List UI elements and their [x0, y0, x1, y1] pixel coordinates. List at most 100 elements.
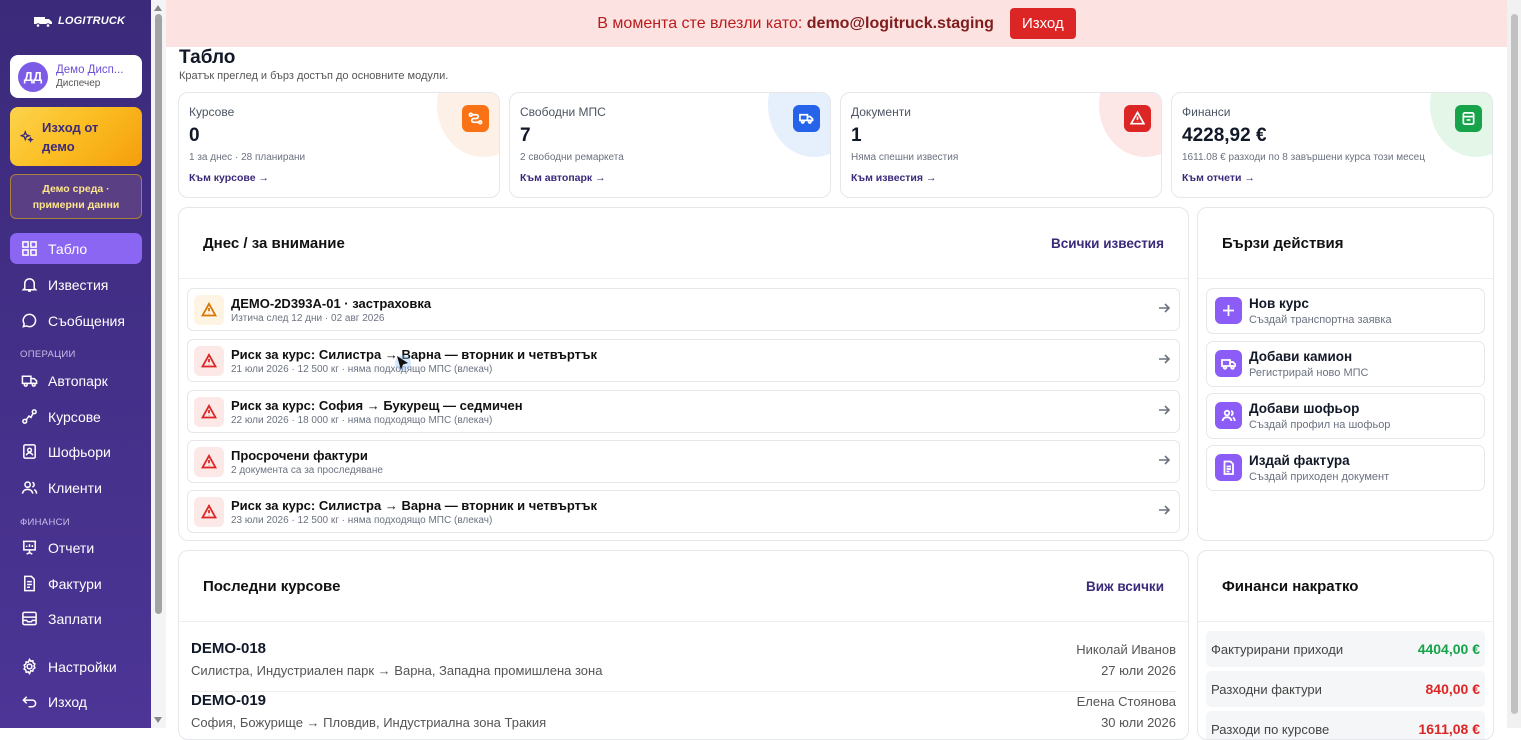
stat-label: Курсове — [189, 105, 235, 119]
impersonation-banner: В момента сте влезли като: demo@logitruc… — [166, 0, 1507, 47]
warning-triangle-icon — [201, 353, 217, 368]
stat-subtext: Няма спешни известия — [851, 152, 959, 163]
nav-reports[interactable]: Отчети — [10, 532, 142, 563]
finance-value: 840,00 € — [1425, 681, 1481, 697]
card-header: Днес / за внимание Всички известия — [179, 208, 1188, 279]
banner-text: В момента сте влезли като: — [597, 14, 803, 32]
exit-demo-button[interactable]: Изход от демо — [10, 107, 142, 166]
arrow-right-icon: → — [925, 172, 937, 184]
trip-driver: Николай Иванов — [1076, 642, 1176, 657]
nav-messages[interactable]: Съобщения — [10, 305, 142, 336]
nav-trips[interactable]: Курсове — [10, 401, 142, 432]
warning-triangle-icon — [201, 302, 217, 317]
truck-icon — [1221, 359, 1236, 370]
nav-invoices[interactable]: Фактури — [10, 568, 142, 599]
stat-link[interactable]: Към отчети → — [1182, 172, 1255, 184]
scrollbar-thumb[interactable] — [1511, 14, 1518, 714]
stat-value: 0 — [189, 125, 200, 146]
attention-item[interactable]: Риск за курс: Силистра → Варна — вторник… — [187, 490, 1180, 533]
quick-action-item[interactable]: Нов курс Създай транспортна заявка — [1206, 288, 1485, 334]
nav-dashboard[interactable]: Табло — [10, 233, 142, 264]
quick-actions-title: Бързи действия — [1222, 234, 1344, 252]
nav-salaries[interactable]: Заплати — [10, 603, 142, 634]
quick-action-subtitle: Регистрирай ново МПС — [1249, 367, 1369, 379]
trip-route: Силистра, Индустриален парк → Варна, Зап… — [191, 663, 603, 678]
nav-label: Клиенти — [48, 479, 102, 496]
quick-action-item[interactable]: Издай фактура Създай приходен документ — [1206, 445, 1485, 491]
alert-subtitle: 2 документа са за проследяване — [231, 465, 383, 476]
attention-item[interactable]: Риск за курс: София → Букурещ — седмичен… — [187, 390, 1180, 433]
finance-row: Фактурирани приходи 4404,00 € — [1206, 631, 1485, 667]
attention-item[interactable]: Просрочени фактури 2 документа са за про… — [187, 440, 1180, 483]
nav-clients[interactable]: Клиенти — [10, 472, 142, 503]
bell-icon — [21, 278, 38, 292]
nav-label: Курсове — [48, 408, 101, 425]
scroll-up-arrow[interactable] — [154, 5, 162, 11]
section-finance: ФИНАНСИ — [20, 517, 70, 528]
stat-card-finance[interactable]: Финанси 4228,92 € 1611.08 € разходи по 8… — [1171, 92, 1493, 198]
nav-label: Автопарк — [48, 372, 108, 389]
arrow-right-icon — [1159, 354, 1171, 364]
grid-icon — [22, 241, 37, 256]
trip-row[interactable]: DEMO-018 Силистра, Индустриален парк → В… — [191, 640, 1176, 692]
view-all-link[interactable]: Виж всички — [1086, 579, 1164, 594]
users-icon — [21, 481, 38, 494]
stat-subtext: 1 за днес · 28 планирани — [189, 152, 306, 163]
stat-card-free-vehicles[interactable]: Свободни МПС 7 2 свободни ремаркета Към … — [509, 92, 831, 198]
nav-logout[interactable]: Изход — [10, 686, 142, 717]
arrow-right-icon: → — [258, 172, 269, 184]
trip-row[interactable]: DEMO-019 София, Божурище → Пловдив, Инду… — [191, 692, 1176, 739]
arrow-return-icon — [22, 696, 37, 708]
arrow-right-icon: → — [595, 172, 606, 184]
stat-link[interactable]: Към курсове → — [189, 172, 269, 184]
quick-actions-card: Бързи действия Нов курс Създай транспорт… — [1197, 207, 1494, 541]
stat-value: 7 — [520, 125, 531, 146]
finance-summary-title: Финанси накратко — [1222, 577, 1359, 595]
sidebar-scrollbar[interactable] — [151, 0, 166, 728]
alert-icon-badge — [194, 497, 224, 527]
stat-link-label: Към автопарк — [520, 172, 593, 184]
nav-label: Известия — [48, 276, 109, 293]
stat-card-documents[interactable]: Документи 1 Няма спешни известия Към изв… — [840, 92, 1162, 198]
stat-icon-badge — [1124, 105, 1151, 132]
document-icon — [24, 575, 35, 592]
all-notifications-link[interactable]: Всички известия — [1051, 236, 1164, 251]
warning-triangle-icon — [1130, 111, 1145, 125]
attention-item[interactable]: ДЕМО-2D393A-01 · застраховка Изтича след… — [187, 288, 1180, 331]
quick-action-subtitle: Създай профил на шофьор — [1249, 419, 1391, 431]
stat-link[interactable]: Към известия → — [851, 172, 936, 184]
stat-label: Финанси — [1182, 105, 1231, 119]
page-scrollbar[interactable] — [1507, 0, 1521, 728]
stat-link[interactable]: Към автопарк → — [520, 172, 606, 184]
recent-trips-card: Последни курсове Виж всички DEMO-018 Сил… — [178, 550, 1189, 740]
stat-card-trips[interactable]: Курсове 0 1 за днес · 28 планирани Към к… — [178, 92, 500, 198]
truck-icon — [799, 113, 814, 124]
stat-icon-badge — [462, 105, 489, 132]
finance-value: 4404,00 € — [1417, 641, 1480, 657]
scroll-down-arrow[interactable] — [154, 717, 162, 723]
user-name: Демо Дисп... — [56, 64, 124, 76]
nav-fleet[interactable]: Автопарк — [10, 365, 142, 396]
presentation-chart-icon — [22, 540, 37, 555]
quick-action-item[interactable]: Добави камион Регистрирай ново МПС — [1206, 341, 1485, 387]
finance-row: Разходни фактури 840,00 € — [1206, 671, 1485, 707]
warning-triangle-icon — [201, 504, 217, 519]
attention-item[interactable]: Риск за курс: Силистра → Варна — вторник… — [187, 339, 1180, 382]
logout-button[interactable]: Изход — [1009, 8, 1076, 39]
stat-label: Свободни МПС — [520, 105, 606, 119]
scrollbar-thumb[interactable] — [155, 14, 162, 614]
avatar: ДД — [18, 61, 48, 92]
user-card[interactable]: ДД Демо Дисп... Диспечер — [10, 55, 142, 98]
arrow-right-icon — [1159, 455, 1171, 465]
quick-action-item[interactable]: Добави шофьор Създай профил на шофьор — [1206, 393, 1485, 439]
nav-settings[interactable]: Настройки — [10, 651, 142, 682]
nav-label: Съобщения — [48, 312, 125, 329]
nav-notifications[interactable]: Известия — [10, 269, 142, 300]
alert-icon-badge — [194, 397, 224, 427]
nav-drivers[interactable]: Шофьори — [10, 436, 142, 467]
alert-subtitle: 21 юли 2026 · 12 500 кг · няма подходящо… — [231, 364, 493, 375]
alert-icon-badge — [194, 346, 224, 376]
quick-action-icon-badge — [1215, 402, 1242, 429]
brand-logo[interactable]: LOGITRUCK — [33, 14, 125, 28]
card-header: Бързи действия — [1198, 208, 1493, 279]
